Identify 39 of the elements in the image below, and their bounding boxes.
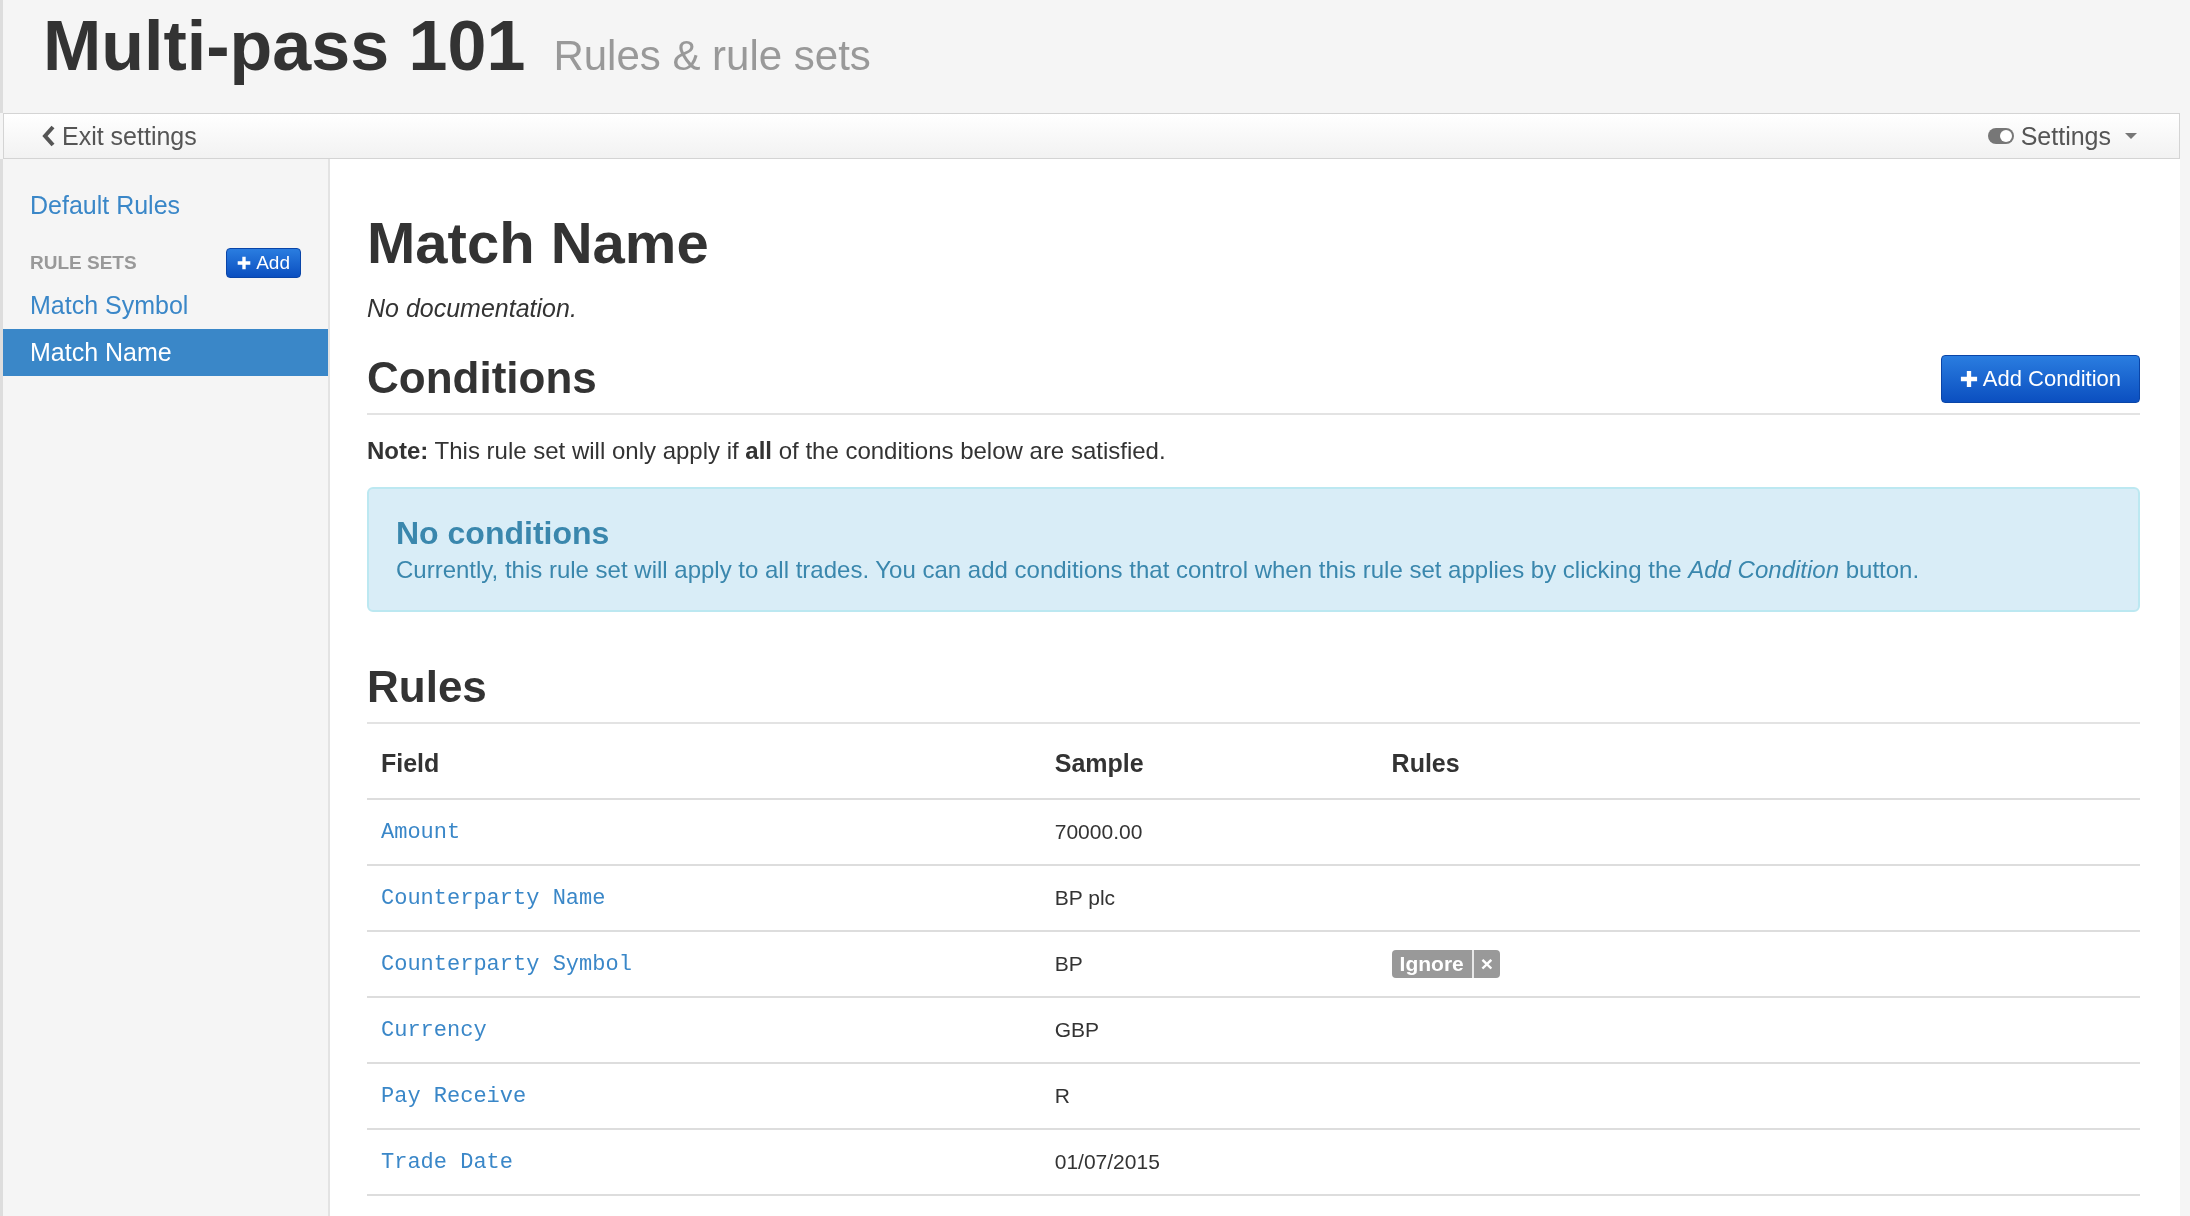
remove-tag-button[interactable]: × [1473, 950, 1501, 978]
table-cell: BP [1054, 952, 1083, 975]
page-subtitle: Rules & rule sets [553, 32, 871, 80]
app-title: Multi-pass 101 [43, 6, 526, 87]
column-header: Rules [1377, 724, 2140, 799]
field-link[interactable]: Amount [381, 820, 461, 845]
rule-tag: Ignore × [1391, 950, 1501, 978]
default-rules-link[interactable]: Default Rules [3, 181, 328, 230]
table-cell: R [1054, 1084, 1070, 1107]
sidebar-item[interactable]: Match Name [3, 329, 328, 376]
field-link[interactable]: Currency [381, 1018, 487, 1043]
field-link[interactable]: Counterparty Symbol [381, 952, 632, 977]
plus-icon [1959, 370, 1978, 388]
table-cell: BP plc [1054, 886, 1116, 909]
section-heading: Rules [367, 662, 487, 712]
note-text: Note: This rule set will only apply if all of the conditions below are satisfied. [367, 437, 1167, 465]
caret-icon [2123, 131, 2139, 141]
table-cell: GBP [1054, 1018, 1100, 1041]
alert-text: Currently, this rule set will apply to all trades. You can add conditions that control when this rule set applies by clicking the Add Condition button. [396, 556, 1921, 584]
table-cell: 01/07/2015 [1054, 1150, 1160, 1173]
page-heading: Match Name [367, 209, 710, 276]
chevron-left-icon [42, 125, 56, 147]
plus-icon [237, 256, 252, 270]
field-link[interactable]: Pay Receive [381, 1084, 527, 1109]
add-condition-button[interactable]: Add Condition [1940, 355, 2140, 403]
documentation-text: No documentation. [367, 294, 578, 323]
section-label: RULE SETS [30, 252, 137, 274]
sidebar-item[interactable]: Match Symbol [3, 282, 328, 329]
exit-settings-link[interactable]: Exit settings [42, 121, 197, 151]
add-rule-set-button[interactable]: Add [226, 248, 301, 278]
column-header: Sample [1040, 724, 1378, 799]
field-link[interactable]: Counterparty Name [381, 886, 606, 911]
toggle-icon [1986, 127, 2015, 145]
column-header: Field [367, 724, 1041, 799]
section-heading: Conditions [367, 353, 597, 403]
field-link[interactable]: Trade Date [381, 1150, 514, 1175]
table-cell: 70000.00 [1054, 820, 1143, 843]
alert-title: No conditions [396, 515, 611, 552]
settings-dropdown[interactable]: Settings [1986, 121, 2139, 151]
